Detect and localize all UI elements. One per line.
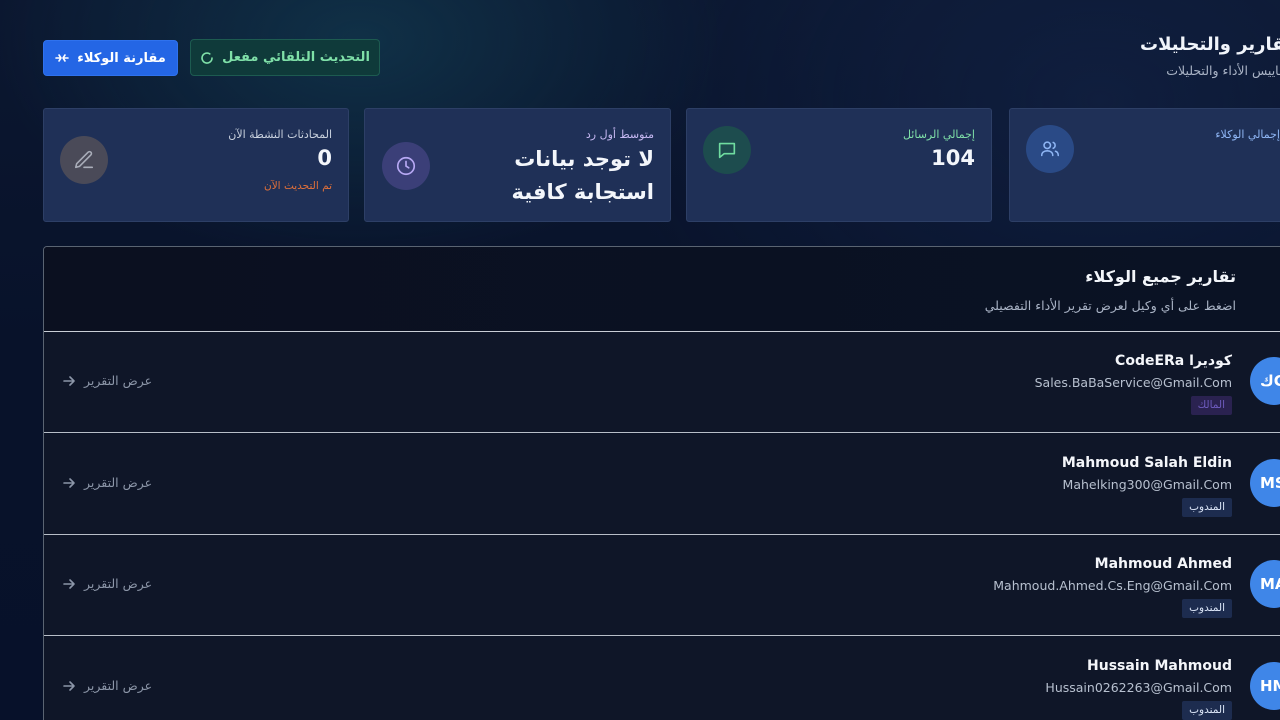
stat-card-total-messages: إجمالي الرسائل 104	[686, 108, 992, 222]
role-badge: المالك	[1190, 396, 1232, 415]
page-subtitle: مقاييس الأداء والتحليلات	[1166, 63, 1280, 78]
stat-label: إجمالي الوكلاء	[1215, 128, 1280, 141]
stat-label: إجمالي الرسائل	[902, 128, 975, 141]
stat-value: 0	[317, 146, 332, 170]
page-header: تقارير والتحليلات مقاييس الأداء والتحليل…	[992, 34, 1280, 78]
agent-name: Mahmoud Ahmed	[1094, 556, 1232, 572]
pencil-icon	[60, 136, 108, 184]
agent-name: CodeERa كوديرا	[1115, 353, 1232, 369]
stat-card-first-response: متوسط أول رد لا توجد بيانات استجابة كافي…	[364, 108, 671, 222]
role-badge: المندوب	[1182, 599, 1232, 618]
arrow-right-icon	[63, 680, 75, 691]
panel-header: تقارير جميع الوكلاء اضغط على أي وكيل لعر…	[44, 247, 1280, 332]
stat-value-line2: استجابة كافية	[511, 180, 654, 204]
stat-label: متوسط أول رد	[585, 128, 654, 141]
arrow-right-icon	[63, 477, 75, 488]
agent-email: Sales.BaBaService@Gmail.Com	[1034, 375, 1232, 390]
arrow-right-icon	[63, 578, 75, 589]
agent-row[interactable]: كC CodeERa كوديرا Sales.BaBaService@Gmai…	[44, 332, 1280, 433]
avatar: HM	[1250, 662, 1280, 710]
stat-label: المحادثات النشطة الآن	[228, 128, 332, 141]
agent-email: Mahmoud.Ahmed.Cs.Eng@Gmail.Com	[993, 578, 1232, 593]
panel-title: تقارير جميع الوكلاء	[1085, 267, 1236, 286]
view-report-link[interactable]: عرض التقرير	[62, 678, 152, 693]
message-icon	[703, 126, 751, 174]
auto-refresh-label: التحديث التلقائي مفعل	[222, 50, 370, 65]
page-title: تقارير والتحليلات	[1140, 34, 1280, 55]
view-report-link[interactable]: عرض التقرير	[62, 373, 152, 388]
agent-name: Mahmoud Salah Eldin	[1061, 455, 1232, 471]
view-report-label: عرض التقرير	[84, 475, 153, 490]
view-report-link[interactable]: عرض التقرير	[62, 475, 152, 490]
view-report-label: عرض التقرير	[84, 576, 153, 591]
stat-value-line1: لا توجد بيانات	[514, 147, 654, 171]
compare-arrows-icon	[55, 54, 69, 62]
arrow-right-icon	[63, 375, 75, 386]
role-badge: المندوب	[1182, 498, 1232, 517]
compare-agents-button[interactable]: مقارنة الوكلاء	[43, 40, 178, 76]
stat-value: 104	[931, 146, 975, 170]
users-icon	[1026, 125, 1074, 173]
view-report-link[interactable]: عرض التقرير	[62, 576, 152, 591]
avatar: كC	[1250, 357, 1280, 405]
view-report-label: عرض التقرير	[84, 678, 153, 693]
agent-row[interactable]: MA Mahmoud Ahmed Mahmoud.Ahmed.Cs.Eng@Gm…	[44, 535, 1280, 636]
agents-reports-panel: تقارير جميع الوكلاء اضغط على أي وكيل لعر…	[43, 246, 1280, 720]
refresh-icon	[201, 51, 213, 64]
clock-icon	[382, 142, 430, 190]
stat-note: تم التحديث الآن	[263, 180, 332, 192]
agent-name: Hussain Mahmoud	[1087, 658, 1232, 674]
auto-refresh-button[interactable]: التحديث التلقائي مفعل	[190, 39, 380, 76]
agent-email: Mahelking300@Gmail.Com	[1062, 477, 1232, 492]
avatar: MA	[1250, 560, 1280, 608]
role-badge: المندوب	[1182, 701, 1232, 720]
stat-card-active-conversations: المحادثات النشطة الآن 0 تم التحديث الآن	[43, 108, 349, 222]
agent-row[interactable]: MS Mahmoud Salah Eldin Mahelking300@Gmai…	[44, 434, 1280, 535]
view-report-label: عرض التقرير	[84, 373, 153, 388]
panel-subtitle: اضغط على أي وكيل لعرض تقرير الأداء التفص…	[984, 298, 1236, 313]
compare-agents-label: مقارنة الوكلاء	[77, 50, 166, 66]
agent-row[interactable]: HM Hussain Mahmoud Hussain0262263@Gmail.…	[44, 637, 1280, 720]
stat-value: لا توجد بيانات استجابة كافية	[511, 143, 654, 209]
stat-card-total-agents: إجمالي الوكلاء	[1009, 108, 1280, 222]
avatar: MS	[1250, 459, 1280, 507]
agent-email: Hussain0262263@Gmail.Com	[1045, 680, 1232, 695]
